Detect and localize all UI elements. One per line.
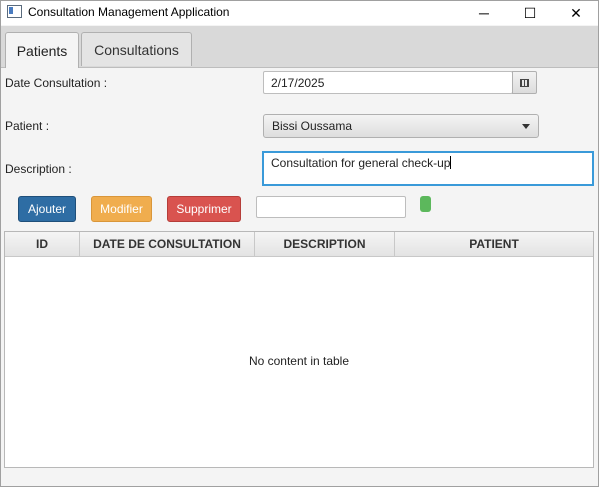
title-bar: Consultation Management Application ─ ☐ … [1,1,598,25]
tab-patients[interactable]: Patients [5,32,79,68]
app-window: Consultation Management Application ─ ☐ … [0,0,599,487]
consultations-table[interactable]: ID DATE DE CONSULTATION DESCRIPTION PATI… [4,231,594,468]
date-picker-button[interactable] [512,71,537,94]
tab-consultations[interactable]: Consultations [81,32,192,66]
patient-select[interactable]: Bissi Oussama [263,114,539,138]
date-label: Date Consultation : [5,76,108,90]
delete-button[interactable]: Supprimer [167,196,241,222]
chevron-down-icon [522,124,530,129]
maximize-button[interactable]: ☐ [507,1,553,25]
app-icon [7,5,22,18]
description-label: Description : [5,162,72,176]
add-button[interactable]: Ajouter [18,196,76,222]
description-input[interactable]: Consultation for general check-up [262,151,594,186]
window-title: Consultation Management Application [28,5,230,19]
patient-value: Bissi Oussama [272,119,353,133]
column-header-date[interactable]: DATE DE CONSULTATION [80,232,255,256]
tab-bar: Patients Consultations [1,26,598,68]
table-header: ID DATE DE CONSULTATION DESCRIPTION PATI… [5,232,593,257]
close-button[interactable]: ✕ [553,1,598,25]
edit-button[interactable]: Modifier [91,196,152,222]
search-input[interactable] [256,196,406,218]
text-caret [450,156,452,169]
date-field[interactable]: 2/17/2025 [263,71,513,94]
empty-table-message: No content in table [248,354,350,368]
patient-label: Patient : [5,119,50,133]
column-header-description[interactable]: DESCRIPTION [255,232,395,256]
date-value: 2/17/2025 [271,75,325,90]
description-value: Consultation for general check-up [271,156,451,170]
status-indicator [420,196,431,212]
column-header-id[interactable]: ID [5,232,80,256]
minimize-button[interactable]: ─ [461,1,507,25]
calendar-icon [520,78,529,87]
column-header-patient[interactable]: PATIENT [395,232,593,256]
